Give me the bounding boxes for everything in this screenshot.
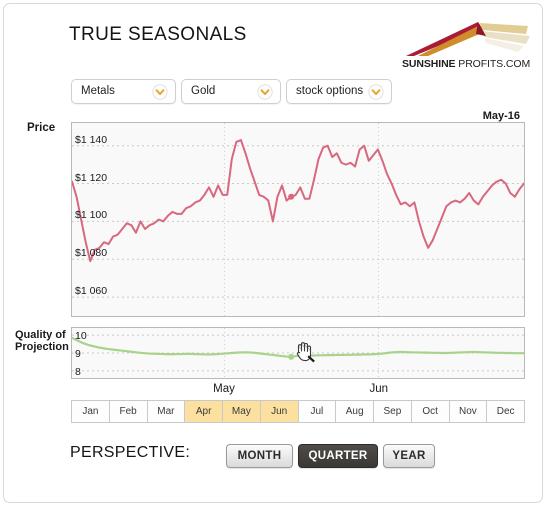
month-cell-mar[interactable]: Mar xyxy=(147,401,186,422)
price-axis-title: Price xyxy=(27,122,56,134)
select-option-type[interactable]: stock options xyxy=(286,79,392,104)
month-cell-may[interactable]: May xyxy=(223,401,261,422)
price-ytick-label: $1 140 xyxy=(75,133,108,146)
logo-wordmark-rest: PROFITS.COM xyxy=(455,58,531,70)
axis-month-label-jun: Jun xyxy=(369,383,389,395)
price-ytick-label: $1 120 xyxy=(75,171,108,184)
true-seasonals-card: TRUE SEASONALS SUNSHINE PROFITS.COM Meta… xyxy=(3,3,543,503)
chevron-down-icon[interactable] xyxy=(368,84,384,100)
month-cell-oct[interactable]: Oct xyxy=(411,401,450,422)
select-option-type-value: stock options xyxy=(296,85,364,97)
qop-title-line1: Quality of xyxy=(15,329,66,341)
perspective-button-month[interactable]: MONTH xyxy=(226,444,293,468)
qop-title-line2: Projection xyxy=(15,341,69,353)
month-cell-jan[interactable]: Jan xyxy=(72,401,110,422)
price-ytick-label: $1 060 xyxy=(75,285,108,298)
select-category[interactable]: Metals xyxy=(71,79,176,104)
chevron-down-icon[interactable] xyxy=(257,84,273,100)
chevron-down-icon[interactable] xyxy=(152,84,168,100)
price-chart-plot xyxy=(71,123,525,316)
month-cell-aug[interactable]: Aug xyxy=(336,401,374,422)
month-cell-jul[interactable]: Jul xyxy=(298,401,337,422)
month-cell-dec[interactable]: Dec xyxy=(487,401,524,422)
month-cell-apr[interactable]: Apr xyxy=(185,401,223,422)
month-cell-jun[interactable]: Jun xyxy=(260,401,299,422)
axis-month-label-may: May xyxy=(213,383,235,395)
select-category-value: Metals xyxy=(81,85,115,97)
price-ytick-label: $1 080 xyxy=(75,247,108,260)
price-chart[interactable]: $1 140 $1 120 $1 100 $1 080 $1 060 xyxy=(71,122,525,317)
sunshine-profits-logo: SUNSHINE PROFITS.COM xyxy=(402,20,534,70)
month-cell-sep[interactable]: Sep xyxy=(374,401,412,422)
perspective-button-quarter[interactable]: QUARTER xyxy=(298,444,378,468)
logo-rays-icon xyxy=(406,22,530,56)
grab-hand-cursor-icon xyxy=(296,342,315,363)
logo-wordmark-bold: SUNSHINE xyxy=(402,58,456,70)
perspective-button-year[interactable]: YEAR xyxy=(383,444,435,468)
page-title: TRUE SEASONALS xyxy=(69,24,247,45)
qop-ytick-label: 9 xyxy=(75,348,81,360)
select-asset[interactable]: Gold xyxy=(181,79,281,104)
select-asset-value: Gold xyxy=(191,85,216,97)
chart-date-label: May-16 xyxy=(482,110,520,122)
qop-ytick-label: 8 xyxy=(75,365,81,378)
perspective-label: PERSPECTIVE: xyxy=(70,444,191,461)
month-cell-nov[interactable]: Nov xyxy=(449,401,488,422)
month-cell-feb[interactable]: Feb xyxy=(109,401,148,422)
price-ytick-label: $1 100 xyxy=(75,209,108,222)
quality-of-projection-title: Quality of Projection xyxy=(15,329,71,353)
logo-wordmark: SUNSHINE PROFITS.COM xyxy=(402,58,534,70)
qop-ytick-label: 10 xyxy=(75,330,87,343)
month-selector-strip[interactable]: Jan Feb Mar Apr May Jun Jul Aug Sep Oct Nov Dec xyxy=(71,400,525,423)
